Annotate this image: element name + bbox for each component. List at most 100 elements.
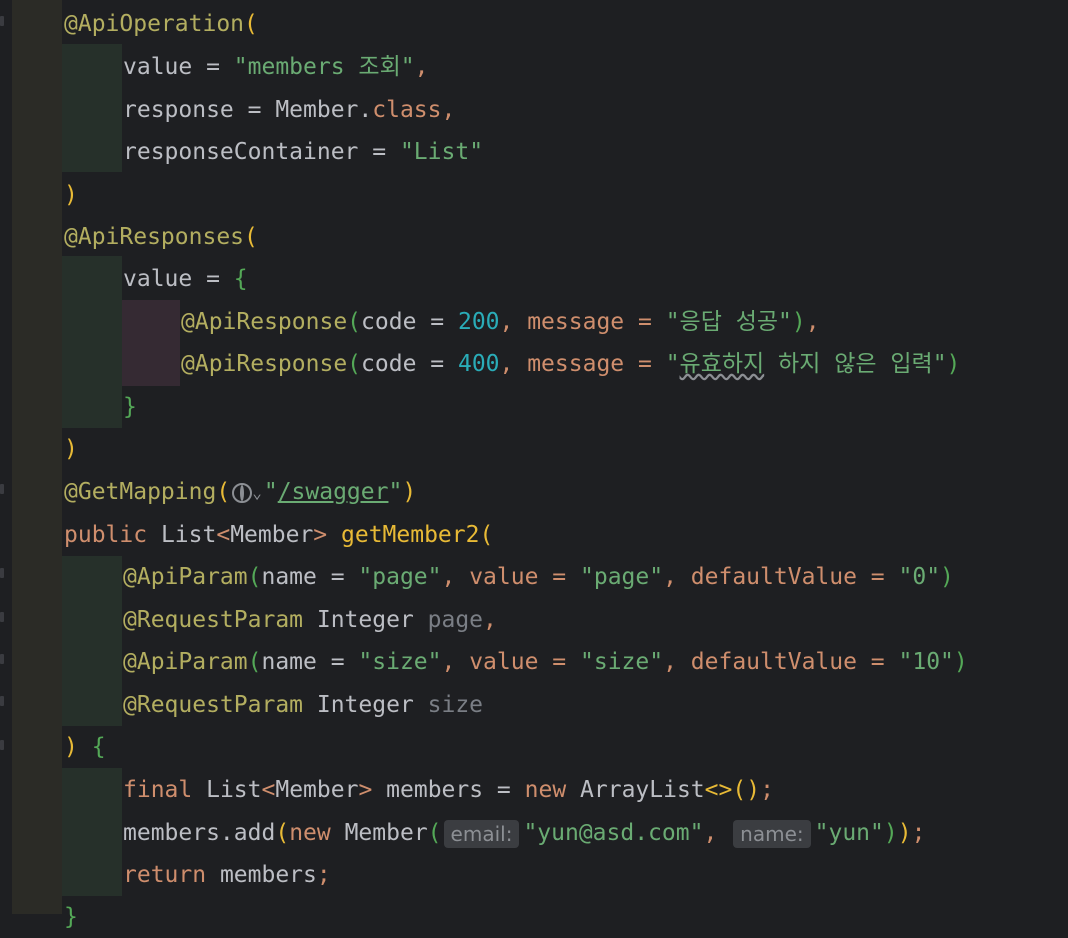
- code-line[interactable]: return members;: [123, 854, 331, 896]
- code-line[interactable]: response = Member.class,: [123, 89, 455, 131]
- string-literal: "10": [898, 649, 954, 675]
- token: name =: [261, 649, 359, 675]
- token: <: [261, 777, 276, 803]
- annotation: @GetMapping: [64, 479, 217, 505]
- token: name =: [261, 564, 359, 590]
- paren: (): [732, 777, 761, 803]
- string-literal: "size": [580, 649, 664, 675]
- token: members =: [372, 777, 525, 803]
- number-literal: 200: [457, 309, 500, 335]
- token: >: [358, 777, 373, 803]
- paren: ): [402, 479, 417, 505]
- paren: (: [244, 11, 258, 37]
- endpoint-link[interactable]: /swagger: [278, 479, 389, 505]
- token: responseContainer =: [123, 139, 400, 165]
- paren: (: [244, 224, 258, 250]
- token: <: [216, 522, 231, 548]
- type-name: Integer: [303, 607, 428, 633]
- code-line[interactable]: }: [123, 386, 137, 428]
- code-line[interactable]: members.add(new Member(email: "yun@asd.co…: [123, 812, 925, 854]
- token: , defaultValue =: [663, 649, 899, 675]
- string-literal: "yun@asd.com": [523, 820, 704, 846]
- paren: ): [946, 351, 961, 377]
- code-line[interactable]: ): [64, 174, 78, 216]
- keyword: public: [64, 522, 148, 548]
- token: value =: [123, 54, 234, 80]
- paren: ): [883, 820, 898, 846]
- string-literal: "size": [358, 649, 442, 675]
- code-line[interactable]: ) {: [64, 726, 106, 768]
- code-line[interactable]: }: [64, 896, 78, 938]
- code-line[interactable]: @ApiResponse(code = 200, message = "응답 성…: [181, 301, 820, 343]
- code-line[interactable]: @RequestParam Integer page,: [123, 599, 497, 641]
- keyword: new: [289, 820, 331, 846]
- keyword: new: [524, 777, 567, 803]
- token: code =: [361, 351, 458, 377]
- annotation: @RequestParam: [123, 607, 304, 633]
- paren: ): [897, 820, 912, 846]
- type-name: ArrayList: [566, 777, 705, 803]
- annotation: @ApiResponse: [181, 309, 348, 335]
- token: , message =: [499, 309, 666, 335]
- paren: ): [64, 734, 78, 760]
- token: response = Member.: [123, 97, 373, 123]
- type-name: Member: [275, 777, 359, 803]
- code-line[interactable]: @ApiParam(name = "page", value = "page",…: [123, 556, 954, 598]
- brace: {: [233, 266, 248, 292]
- type-name: Member: [330, 820, 428, 846]
- string-literal: "page": [580, 564, 664, 590]
- type-name: List: [147, 522, 217, 548]
- code-line[interactable]: @ApiResponses(: [64, 216, 258, 258]
- parameter-hint: email:: [443, 819, 520, 848]
- code-line[interactable]: value = {: [123, 258, 248, 300]
- typo-word[interactable]: 유효하지: [680, 351, 765, 377]
- method-name: getMember2: [327, 522, 480, 548]
- string-literal: "응답 성공": [665, 309, 792, 335]
- token: , message =: [499, 351, 666, 377]
- code-line[interactable]: responseContainer = "List": [123, 131, 483, 173]
- code-line[interactable]: public List<Member> getMember2(: [64, 514, 493, 556]
- code-line[interactable]: @ApiParam(name = "size", value = "size",…: [123, 641, 968, 683]
- number-literal: 400: [457, 351, 500, 377]
- string-literal: ": [665, 351, 680, 377]
- paren: (: [247, 564, 262, 590]
- keyword: return: [123, 862, 207, 888]
- method-call: members.add: [123, 820, 276, 846]
- type-name: Member: [230, 522, 314, 548]
- paren: (: [275, 820, 290, 846]
- type-name: List: [192, 777, 262, 803]
- token: ,: [483, 607, 497, 633]
- parameter-hint: name:: [733, 819, 811, 848]
- brace: {: [77, 734, 106, 760]
- brace: }: [64, 904, 78, 930]
- token: , value =: [441, 564, 580, 590]
- chevron-down-icon[interactable]: ⌄: [252, 483, 262, 502]
- annotation: @ApiResponses: [64, 224, 245, 250]
- annotation: @ApiOperation: [64, 11, 245, 37]
- string-literal: "List": [399, 139, 484, 165]
- annotation: @RequestParam: [123, 692, 304, 718]
- code-line[interactable]: final List<Member> members = new ArrayLi…: [123, 769, 774, 811]
- token: ,: [441, 97, 456, 123]
- annotation: @ApiParam: [123, 649, 248, 675]
- token: <>: [704, 777, 733, 803]
- token: code =: [361, 309, 458, 335]
- token: >: [313, 522, 328, 548]
- code-line[interactable]: ): [64, 428, 78, 470]
- paren: (: [216, 479, 231, 505]
- token: ;: [911, 820, 926, 846]
- keyword: final: [123, 777, 193, 803]
- paren: (: [247, 649, 262, 675]
- code-line[interactable]: @ApiResponse(code = 400, message = "유효하지…: [181, 343, 960, 385]
- token: ;: [316, 862, 331, 888]
- paren: (: [479, 522, 494, 548]
- paren: ): [940, 564, 954, 590]
- code-editor[interactable]: @ApiOperation( value = "members 조회", res…: [0, 0, 1068, 930]
- string-literal: "yun": [814, 820, 884, 846]
- code-line[interactable]: @RequestParam Integer size: [123, 684, 483, 726]
- code-line[interactable]: value = "members 조회",: [123, 46, 428, 88]
- globe-icon[interactable]: [232, 482, 253, 503]
- code-line[interactable]: @GetMapping(⌄"/swagger"): [64, 471, 416, 513]
- paren: (: [427, 820, 442, 846]
- code-line[interactable]: @ApiOperation(: [64, 3, 258, 45]
